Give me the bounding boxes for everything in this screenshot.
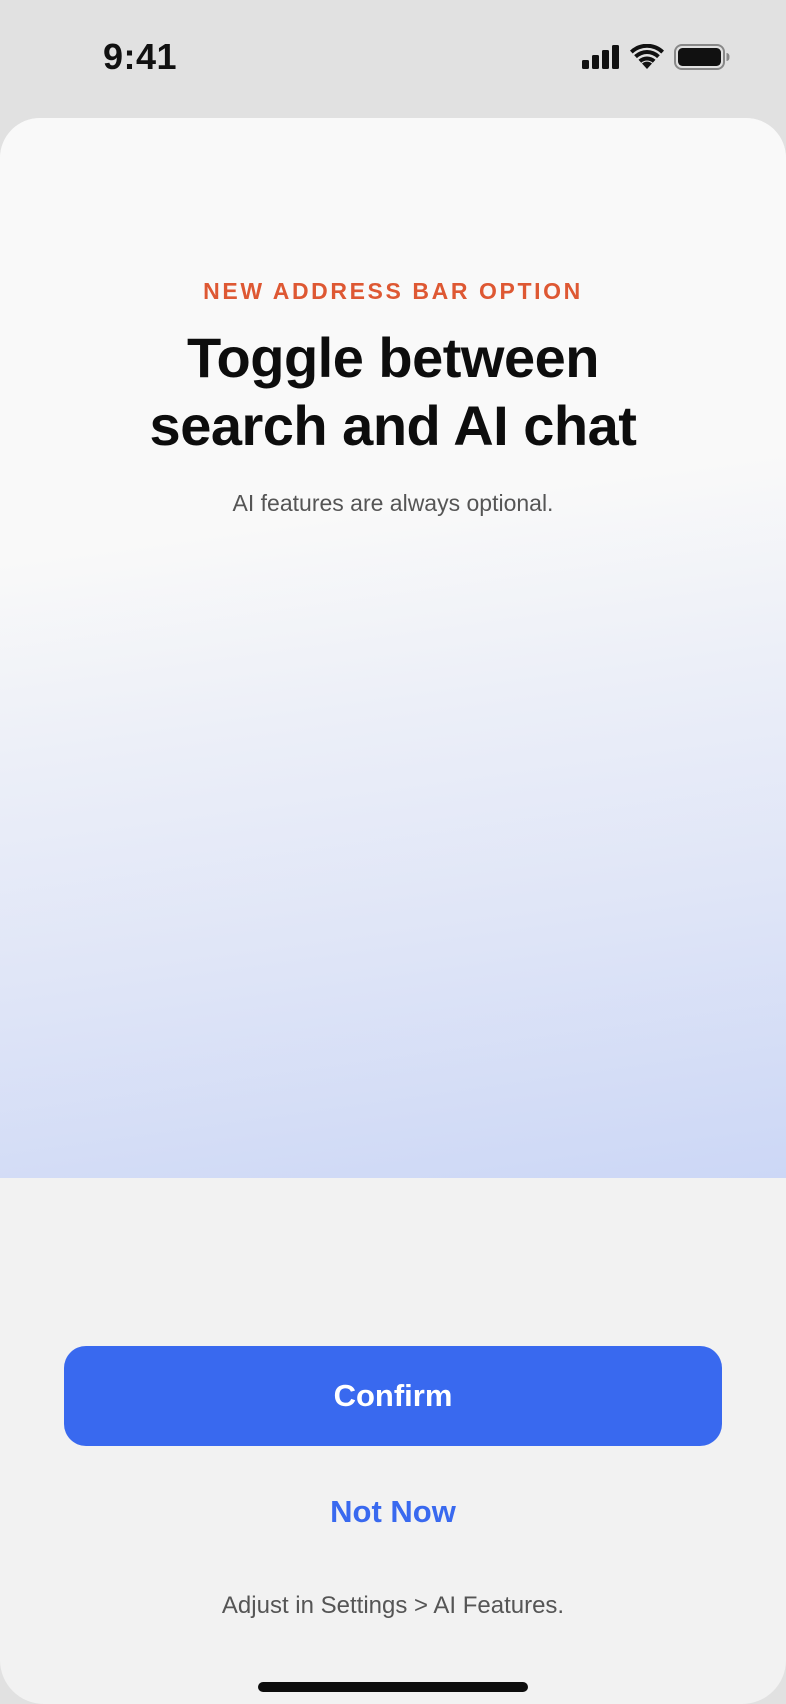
status-time: 9:41 [103,36,178,77]
cellular-signal-icon [582,44,620,74]
page-title: Toggle between search and AI chat [60,324,726,460]
page-title-line-1: Toggle between [187,326,600,389]
page-title-line-2: search and AI chat [149,394,637,457]
wifi-icon [630,43,664,75]
settings-hint: Adjust in Settings > AI Features. [221,1592,565,1619]
not-now-button[interactable]: Not Now [243,1480,543,1544]
battery-icon [674,43,730,75]
onboarding-sheet: NEW ADDRESS BAR OPTION Toggle between se… [0,118,786,1704]
status-bar: 9:41 [0,0,786,118]
phone-screen: 9:41 NEW ADDRESS BAR OPTION Toggle betwe… [0,0,786,1704]
hero-panel: NEW ADDRESS BAR OPTION Toggle between se… [0,118,786,1178]
subtitle: AI features are always optional. [232,490,554,516]
status-icons [582,43,730,75]
home-indicator[interactable] [258,1682,528,1692]
confirm-button[interactable]: Confirm [64,1346,722,1446]
eyebrow-label: NEW ADDRESS BAR OPTION [203,278,583,304]
